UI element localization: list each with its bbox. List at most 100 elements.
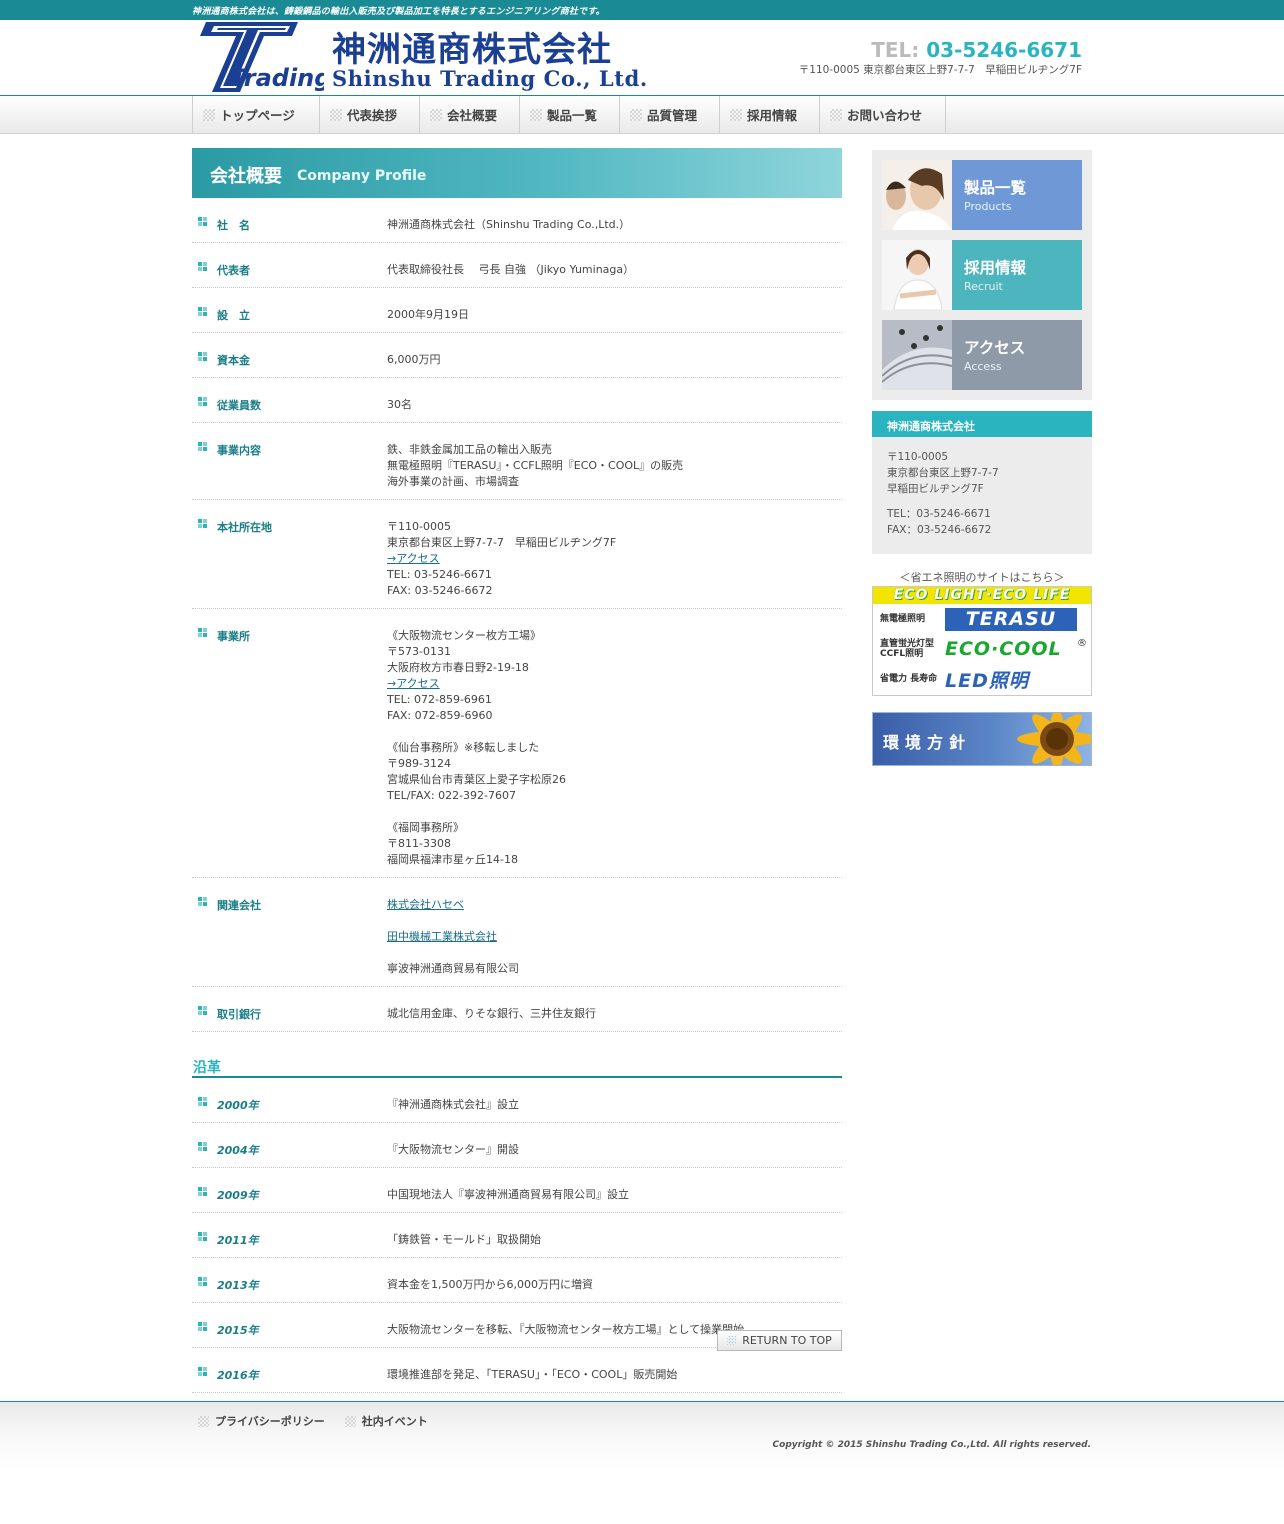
history-event: 『大阪物流センター』開設 [387, 1143, 519, 1156]
stairs-crowd-photo-icon [882, 320, 952, 390]
nav-bullet-icon [203, 108, 215, 121]
operator-photo-icon [882, 160, 952, 230]
history-event: 中国現地法人『寧波神洲通商貿易有限公司』設立 [387, 1188, 629, 1201]
profile-value-line: 30名 [387, 398, 412, 411]
profile-link[interactable]: →アクセス [387, 676, 842, 692]
sidebar: 製品一覧 Products 採用情報 Recruit アクセス Access 神洲通商… [872, 150, 1092, 766]
site-header: Trading 神洲通商株式会社 Shinshu Trading Co., Lt… [0, 20, 1284, 96]
nav-label: 採用情報 [747, 108, 798, 123]
banner-subtitle: Products [964, 200, 1012, 213]
row-bullet-icon [198, 1277, 207, 1286]
profile-label: 事業内容 [217, 444, 261, 457]
access-banner[interactable]: アクセス Access [882, 320, 1082, 390]
recruit-banner[interactable]: 採用情報 Recruit [882, 240, 1082, 310]
profile-row: 社 名 神洲通商株式会社（Shinshu Trading Co.,Ltd.） [192, 198, 842, 243]
nav-item-contact[interactable]: お問い合わせ [820, 96, 946, 133]
profile-value: 6,000万円 [387, 352, 842, 368]
footer-link-privacy[interactable]: プライバシーポリシー [198, 1413, 325, 1429]
history-table: 2000年 『神洲通商株式会社』設立 2004年 『大阪物流センター』開設 2009年 中… [192, 1078, 842, 1438]
profile-label: 関連会社 [217, 899, 261, 912]
profile-value-line: 寧波神洲通商貿易有限公司 [387, 962, 519, 975]
trading-logo-mark: Trading [200, 22, 324, 92]
profile-value: 30名 [387, 397, 842, 413]
sidebar-banners: 製品一覧 Products 採用情報 Recruit アクセス Access [872, 150, 1092, 400]
history-year: 2016年 [217, 1369, 259, 1382]
logo-mark-text: Trading [230, 64, 324, 92]
profile-value-line: 福岡県福津市星ヶ丘14-18 [387, 853, 518, 866]
footer-link-events[interactable]: 社内イベント [344, 1413, 428, 1429]
profile-link[interactable]: 株式会社ハセベ [387, 897, 842, 913]
profile-row: 代表者 代表取締役社長 弓長 自強 （Jikyo Yuminaga） [192, 243, 842, 288]
profile-link[interactable]: 田中機械工業株式会社 [387, 929, 842, 945]
company-logo[interactable]: Trading 神洲通商株式会社 Shinshu Trading Co., Lt… [192, 22, 672, 94]
profile-value-line: 海外事業の計画、市場調査 [387, 475, 519, 488]
profile-value-line: 大阪府枚方市春日野2-19-18 [387, 661, 529, 674]
profile-value-line: 6,000万円 [387, 353, 441, 366]
environment-policy-banner[interactable]: 環境方針 [872, 712, 1092, 766]
tel-number: 03-5246-6671 [926, 38, 1082, 62]
profile-value: 代表取締役社長 弓長 自強 （Jikyo Yuminaga） [387, 262, 842, 278]
profile-value-line: FAX: 03-5246-6672 [387, 584, 493, 597]
history-year: 2015年 [217, 1324, 259, 1337]
history-row: 2009年 中国現地法人『寧波神洲通商貿易有限公司』設立 [192, 1168, 842, 1213]
profile-value-line: 無電極照明『TERASU』・CCFL照明『ECO・COOL』の販売 [387, 459, 684, 472]
profile-value-line: 《大阪物流センター枚方工場》 [387, 629, 541, 642]
nav-item-company[interactable]: 会社概要 [420, 96, 520, 133]
nav-bullet-icon [430, 108, 442, 121]
nav-label: 製品一覧 [547, 108, 598, 123]
nav-item-greeting[interactable]: 代表挨拶 [320, 96, 420, 133]
row-bullet-icon [198, 262, 207, 271]
profile-value-line: 東京都台東区上野7-7-7 早稲田ビルヂング7F [387, 536, 617, 549]
header-phone: TEL: 03-5246-6671 [871, 38, 1082, 62]
top-tagline-bar: 神洲通商株式会社は、鋳鍛鋼品の輸出入販売及び製品加工を特長とするエンジニアリング… [0, 0, 1284, 20]
profile-link[interactable]: →アクセス [387, 551, 842, 567]
profile-value-line: 〒573-0131 [387, 645, 451, 658]
header-address: 〒110-0005 東京都台東区上野7-7-7 早稲田ビルヂング7F [798, 64, 1082, 76]
history-year: 2011年 [217, 1234, 259, 1247]
profile-label: 代表者 [217, 264, 250, 277]
nav-item-recruit[interactable]: 採用情報 [720, 96, 820, 133]
profile-value: 鉄、非鉄金属加工品の輸出入販売 無電極照明『TERASU』・CCFL照明『ECO・… [387, 442, 842, 490]
banner-title: 製品一覧 [964, 179, 1027, 197]
site-footer: プライバシーポリシー 社内イベント Copyright © 2015 Shins… [0, 1401, 1284, 1524]
banner-subtitle: Access [964, 360, 1002, 373]
nav-label: お問い合わせ [847, 108, 923, 123]
profile-value-line: TEL: 072-859-6961 [387, 693, 492, 706]
registered-mark: ® [1077, 638, 1087, 649]
profile-row: 資本金 6,000万円 [192, 333, 842, 378]
nav-item-products[interactable]: 製品一覧 [520, 96, 620, 133]
company-info-tel: TEL：03-5246-6671 [887, 508, 991, 520]
profile-value: 株式会社ハセベ 田中機械工業株式会社 寧波神洲通商貿易有限公司 [387, 897, 842, 977]
profile-row: 設 立 2000年9月19日 [192, 288, 842, 333]
profile-row: 本社所在地 〒110-0005 東京都台東区上野7-7-7 早稲田ビルヂング7F →ア… [192, 500, 842, 609]
nav-item-top[interactable]: トップページ [193, 96, 320, 133]
history-event: 『神洲通商株式会社』設立 [387, 1098, 519, 1111]
eco-row-label: 省電力 長寿命 [880, 674, 938, 684]
nav-item-quality[interactable]: 品質管理 [620, 96, 720, 133]
profile-table: 社 名 神洲通商株式会社（Shinshu Trading Co.,Ltd.） 代表者… [192, 198, 842, 1032]
return-to-top-button[interactable]: RETURN TO TOP [717, 1330, 842, 1351]
tagline: 神洲通商株式会社は、鋳鍛鋼品の輸出入販売及び製品加工を特長とするエンジニアリング… [192, 7, 605, 17]
nav-bullet-icon [330, 108, 342, 121]
history-event: 資本金を1,500万円から6,000万円に増資 [387, 1278, 593, 1291]
products-banner[interactable]: 製品一覧 Products [882, 160, 1082, 230]
history-year: 2009年 [217, 1189, 259, 1202]
profile-value-line: 《福岡事務所》 [387, 821, 464, 834]
main-nav: トップページ 代表挨拶 会社概要 製品一覧 品質管理 採用情報 お問い合わせ [0, 95, 1284, 134]
nav-bullet-icon [830, 108, 842, 121]
row-bullet-icon [198, 897, 207, 906]
row-bullet-icon [198, 397, 207, 406]
copyright: Copyright © 2015 Shinshu Trading Co.,Ltd… [772, 1440, 1091, 1450]
profile-value-line: 〒989-3124 [387, 757, 451, 770]
company-info-title: 神洲通商株式会社 [872, 411, 1092, 437]
main-content: 会社概要 Company Profile 社 名 神洲通商株式会社（Shinshu… [192, 148, 842, 1438]
terasu-logo: TERASU [945, 607, 1077, 631]
row-bullet-icon [198, 1142, 207, 1151]
profile-row: 従業員数 30名 [192, 378, 842, 423]
profile-value: 2000年9月19日 [387, 307, 842, 323]
environment-policy-label: 環境方針 [883, 733, 972, 752]
page-subtitle: Company Profile [297, 168, 427, 184]
sunflower-icon [1017, 713, 1091, 765]
eco-lighting-banner[interactable]: ECO LIGHT·ECO LIFE 無電極照明 TERASU 直管蛍光灯型 C… [872, 586, 1092, 696]
led-logo: LED照明 [945, 669, 1029, 692]
